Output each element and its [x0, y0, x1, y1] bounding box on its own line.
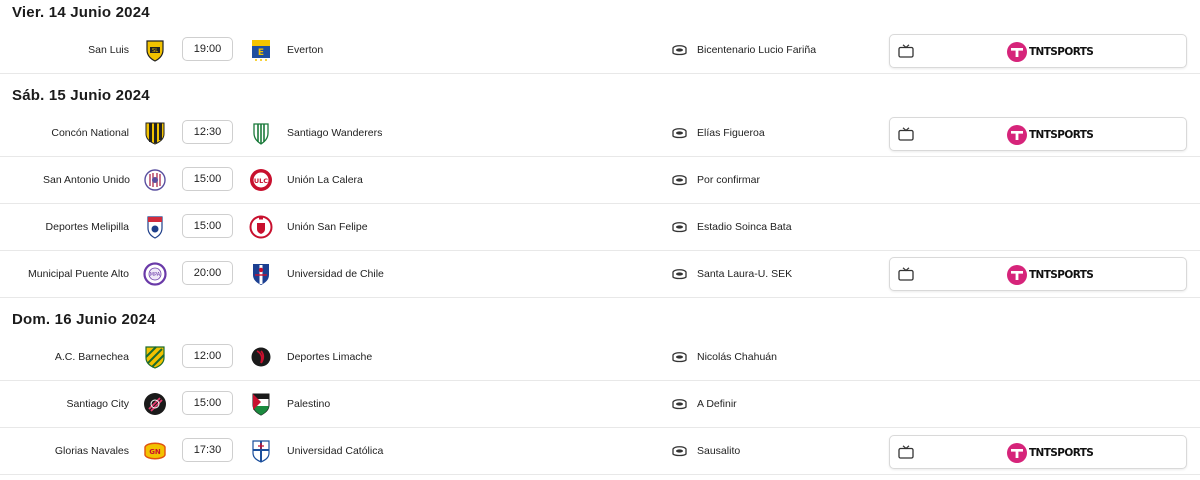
tv-icon — [898, 445, 914, 459]
match-row[interactable]: Deportes Melipilla 15:00 Unión San Felip… — [0, 204, 1200, 251]
broadcast-tnt-sports[interactable]: TNTSPORTS — [889, 117, 1187, 151]
away-team-name[interactable]: Everton — [287, 27, 323, 73]
home-team-name[interactable]: Santiago City — [67, 381, 129, 427]
deportes-limache-crest-icon[interactable] — [249, 345, 273, 369]
fixture-list: Vier. 14 Junio 2024 San Luis SL 19:00 E … — [0, 0, 1200, 480]
home-team-name[interactable]: Deportes Melipilla — [46, 204, 129, 250]
tv-icon — [898, 127, 914, 141]
tv-icon — [898, 267, 914, 281]
svg-text:GN: GN — [149, 448, 161, 456]
san-luis-crest-icon[interactable]: SL — [143, 38, 167, 62]
municipal-puente-alto-crest-icon[interactable]: MPA — [143, 262, 167, 286]
kickoff-time: 12:00 — [182, 344, 233, 368]
match-row[interactable]: Glorias Navales GN 17:30 Universidad Cat… — [0, 428, 1200, 475]
home-team-name[interactable]: Concón National — [51, 110, 129, 156]
home-team-name[interactable]: Glorias Navales — [55, 428, 129, 474]
stadium-name: Santa Laura-U. SEK — [697, 268, 793, 280]
away-team-name[interactable]: Palestino — [287, 381, 330, 427]
date-header: Sáb. 15 Junio 2024 — [12, 87, 150, 104]
kickoff-time: 12:30 — [182, 120, 233, 144]
stadium-name: Elías Figueroa — [697, 127, 765, 139]
away-team-name[interactable]: Santiago Wanderers — [287, 110, 382, 156]
stadium-icon — [672, 127, 687, 139]
kickoff-time: 20:00 — [182, 261, 233, 285]
svg-text:SL: SL — [152, 48, 158, 54]
stadium-name: A Definir — [697, 398, 737, 410]
stadium-name: Nicolás Chahuán — [697, 351, 777, 363]
stadium-icon — [672, 221, 687, 233]
match-row[interactable]: A.C. Barnechea 12:00 Deportes Limache Ni… — [0, 334, 1200, 381]
san-antonio-unido-crest-icon[interactable] — [143, 168, 167, 192]
stadium-icon — [672, 174, 687, 186]
away-team-name[interactable]: Unión San Felipe — [287, 204, 368, 250]
concon-national-crest-icon[interactable] — [143, 121, 167, 145]
home-team-name[interactable]: San Luis — [88, 27, 129, 73]
broadcast-tnt-sports[interactable]: TNTSPORTS — [889, 34, 1187, 68]
match-row[interactable]: San Antonio Unido 15:00 ULC Unión La Cal… — [0, 157, 1200, 204]
universidad-catolica-crest-icon[interactable] — [249, 439, 273, 463]
date-header: Dom. 16 Junio 2024 — [12, 311, 156, 328]
universidad-de-chile-crest-icon[interactable] — [249, 262, 273, 286]
away-team-name[interactable]: Universidad Católica — [287, 428, 383, 474]
palestino-crest-icon[interactable] — [249, 392, 273, 416]
kickoff-time: 15:00 — [182, 214, 233, 238]
svg-text:E: E — [258, 48, 264, 58]
glorias-navales-crest-icon[interactable]: GN — [143, 439, 167, 463]
stadium-icon — [672, 44, 687, 56]
tnt-sports-logo: TNTSPORTS — [1007, 42, 1097, 62]
deportes-melipilla-crest-icon[interactable] — [143, 215, 167, 239]
tnt-sports-circle-icon — [1007, 42, 1027, 62]
union-la-calera-crest-icon[interactable]: ULC — [249, 168, 273, 192]
ac-barnechea-crest-icon[interactable] — [143, 345, 167, 369]
match-row[interactable]: Santiago City 15:00 Palestino A Definir — [0, 381, 1200, 428]
stadium-name: Sausalito — [697, 445, 741, 457]
home-team-name[interactable]: A.C. Barnechea — [55, 334, 129, 380]
tnt-sports-logo: TNTSPORTS — [1007, 265, 1097, 285]
santiago-wanderers-crest-icon[interactable] — [249, 121, 273, 145]
match-row[interactable]: Municipal Puente Alto MPA 20:00 Universi… — [0, 251, 1200, 298]
broadcaster-label: TNTSPORTS — [1029, 269, 1094, 281]
kickoff-time: 19:00 — [182, 37, 233, 61]
broadcaster-label: TNTSPORTS — [1029, 447, 1094, 459]
away-team-name[interactable]: Deportes Limache — [287, 334, 372, 380]
stadium-icon — [672, 351, 687, 363]
away-team-name[interactable]: Universidad de Chile — [287, 251, 384, 297]
away-team-name[interactable]: Unión La Calera — [287, 157, 363, 203]
stadium-name: Estadio Soinca Bata — [697, 221, 792, 233]
tnt-sports-logo: TNTSPORTS — [1007, 443, 1097, 463]
stadium-name: Por confirmar — [697, 174, 761, 186]
tnt-sports-circle-icon — [1007, 125, 1027, 145]
tv-icon — [898, 44, 914, 58]
kickoff-time: 15:00 — [182, 391, 233, 415]
match-row[interactable]: San Luis SL 19:00 E Everton Bicentenario… — [0, 27, 1200, 74]
home-team-name[interactable]: San Antonio Unido — [43, 157, 130, 203]
everton-crest-icon[interactable]: E — [249, 38, 273, 62]
match-row[interactable]: Concón National 12:30 Santiago Wanderers… — [0, 110, 1200, 157]
date-header: Vier. 14 Junio 2024 — [12, 4, 150, 21]
broadcaster-label: TNTSPORTS — [1029, 129, 1094, 141]
tnt-sports-logo: TNTSPORTS — [1007, 125, 1097, 145]
svg-text:MPA: MPA — [150, 272, 161, 278]
broadcaster-label: TNTSPORTS — [1029, 46, 1094, 58]
stadium-icon — [672, 268, 687, 280]
santiago-city-crest-icon[interactable] — [143, 392, 167, 416]
broadcast-tnt-sports[interactable]: TNTSPORTS — [889, 435, 1187, 469]
svg-text:ULC: ULC — [254, 177, 268, 185]
broadcast-tnt-sports[interactable]: TNTSPORTS — [889, 257, 1187, 291]
tnt-sports-circle-icon — [1007, 265, 1027, 285]
kickoff-time: 15:00 — [182, 167, 233, 191]
union-san-felipe-crest-icon[interactable] — [249, 215, 273, 239]
stadium-icon — [672, 445, 687, 457]
kickoff-time: 17:30 — [182, 438, 233, 462]
tnt-sports-circle-icon — [1007, 443, 1027, 463]
stadium-name: Bicentenario Lucio Fariña — [697, 44, 817, 56]
stadium-icon — [672, 398, 687, 410]
home-team-name[interactable]: Municipal Puente Alto — [28, 251, 129, 297]
